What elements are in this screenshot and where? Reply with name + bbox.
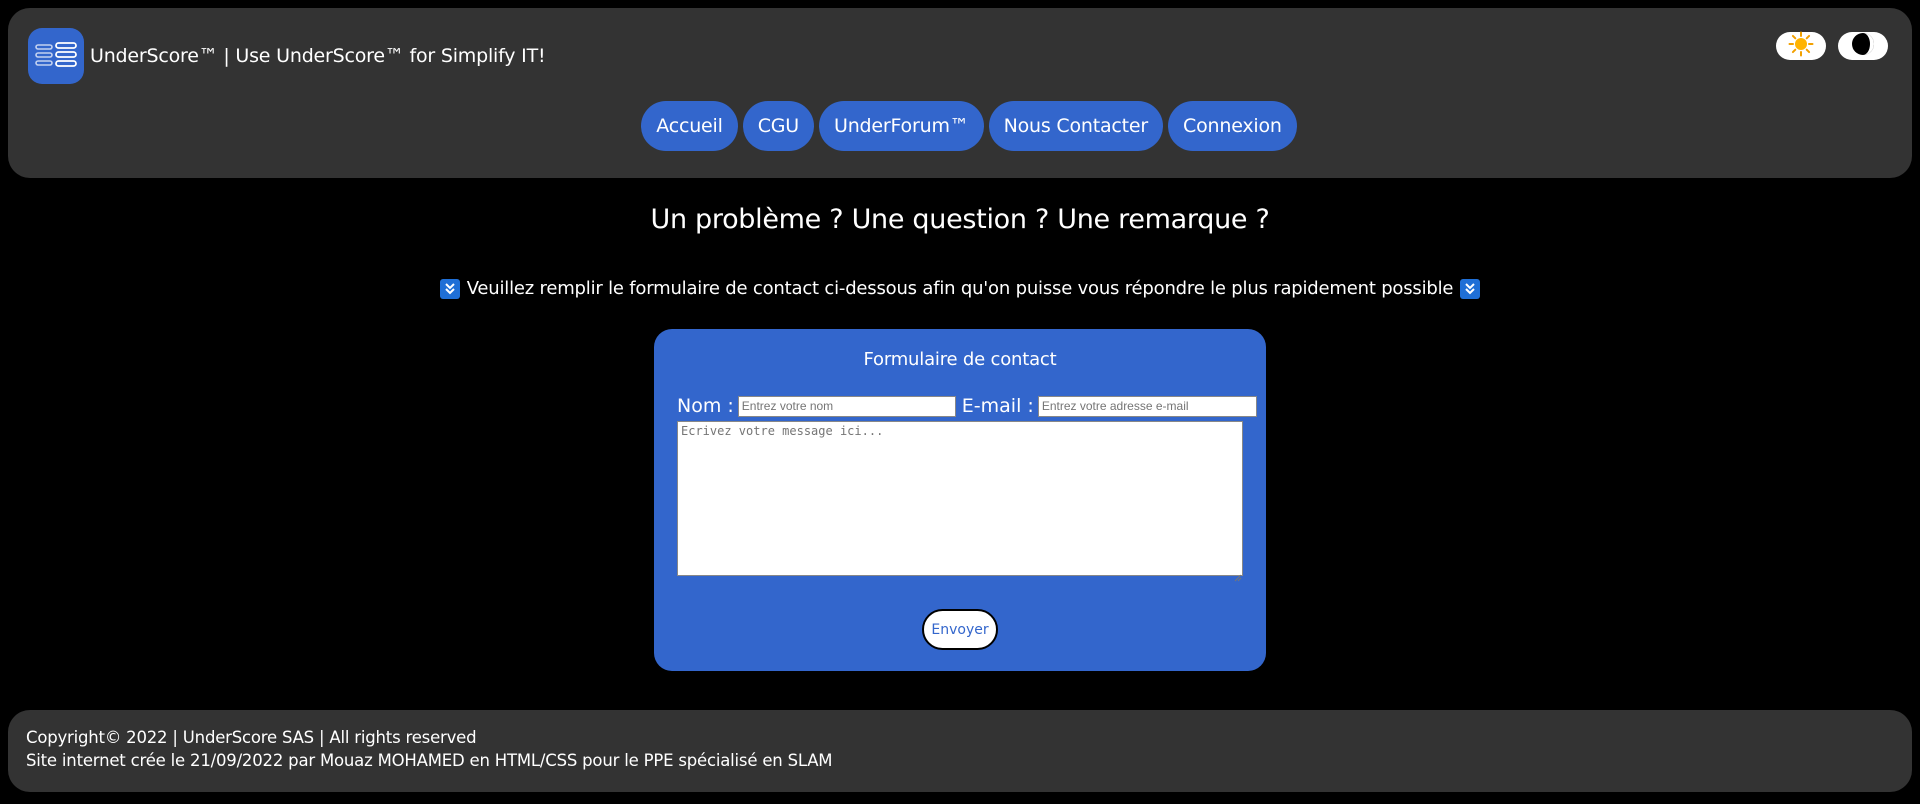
resize-grip-icon[interactable] bbox=[1234, 567, 1242, 582]
brand[interactable]: UnderScore™ | Use UnderScore™ for Simpli… bbox=[28, 28, 546, 84]
site-footer: Copyright© 2022 | UnderScore SAS | All r… bbox=[8, 710, 1912, 792]
moon-icon bbox=[1850, 31, 1876, 61]
instructions-text: Veuillez remplir le formulaire de contac… bbox=[466, 278, 1454, 299]
double-down-arrow-icon bbox=[439, 278, 460, 299]
nav-item-underforum[interactable]: UnderForum™ bbox=[819, 101, 984, 151]
name-label: Nom : bbox=[677, 395, 734, 417]
nav-item-cgu[interactable]: CGU bbox=[742, 101, 814, 151]
light-mode-toggle[interactable] bbox=[1776, 31, 1826, 61]
dark-mode-toggle[interactable] bbox=[1838, 32, 1888, 60]
nav-item-accueil[interactable]: Accueil bbox=[641, 101, 738, 151]
contact-form: Formulaire de contact Nom : E-mail : Env… bbox=[654, 329, 1266, 671]
site-credits-text: Site internet crée le 21/09/2022 par Mou… bbox=[26, 751, 833, 770]
email-field[interactable] bbox=[1037, 395, 1257, 417]
form-title: Formulaire de contact bbox=[863, 349, 1057, 370]
sun-icon bbox=[1788, 31, 1814, 61]
send-button[interactable]: Envoyer bbox=[922, 609, 998, 650]
stacked-list-logo-icon[interactable] bbox=[28, 28, 84, 84]
instructions: Veuillez remplir le formulaire de contac… bbox=[0, 278, 1920, 299]
double-down-arrow-icon bbox=[1460, 278, 1481, 299]
nav-item-nous-contacter[interactable]: Nous Contacter bbox=[988, 101, 1164, 151]
theme-toggles bbox=[1776, 31, 1888, 61]
message-field[interactable] bbox=[677, 421, 1243, 576]
name-field[interactable] bbox=[737, 395, 956, 417]
email-label: E-mail : bbox=[961, 395, 1034, 417]
site-title: UnderScore™ | Use UnderScore™ for Simpli… bbox=[90, 45, 546, 67]
nav-item-connexion[interactable]: Connexion bbox=[1168, 101, 1297, 151]
page-title: Un problème ? Une question ? Une remarqu… bbox=[650, 204, 1270, 235]
name-email-row: Nom : E-mail : bbox=[677, 395, 1257, 417]
copyright-text: Copyright© 2022 | UnderScore SAS | All r… bbox=[26, 728, 477, 747]
site-header: UnderScore™ | Use UnderScore™ for Simpli… bbox=[8, 8, 1912, 178]
main-nav: Accueil CGU UnderForum™ Nous Contacter C… bbox=[8, 101, 1912, 151]
